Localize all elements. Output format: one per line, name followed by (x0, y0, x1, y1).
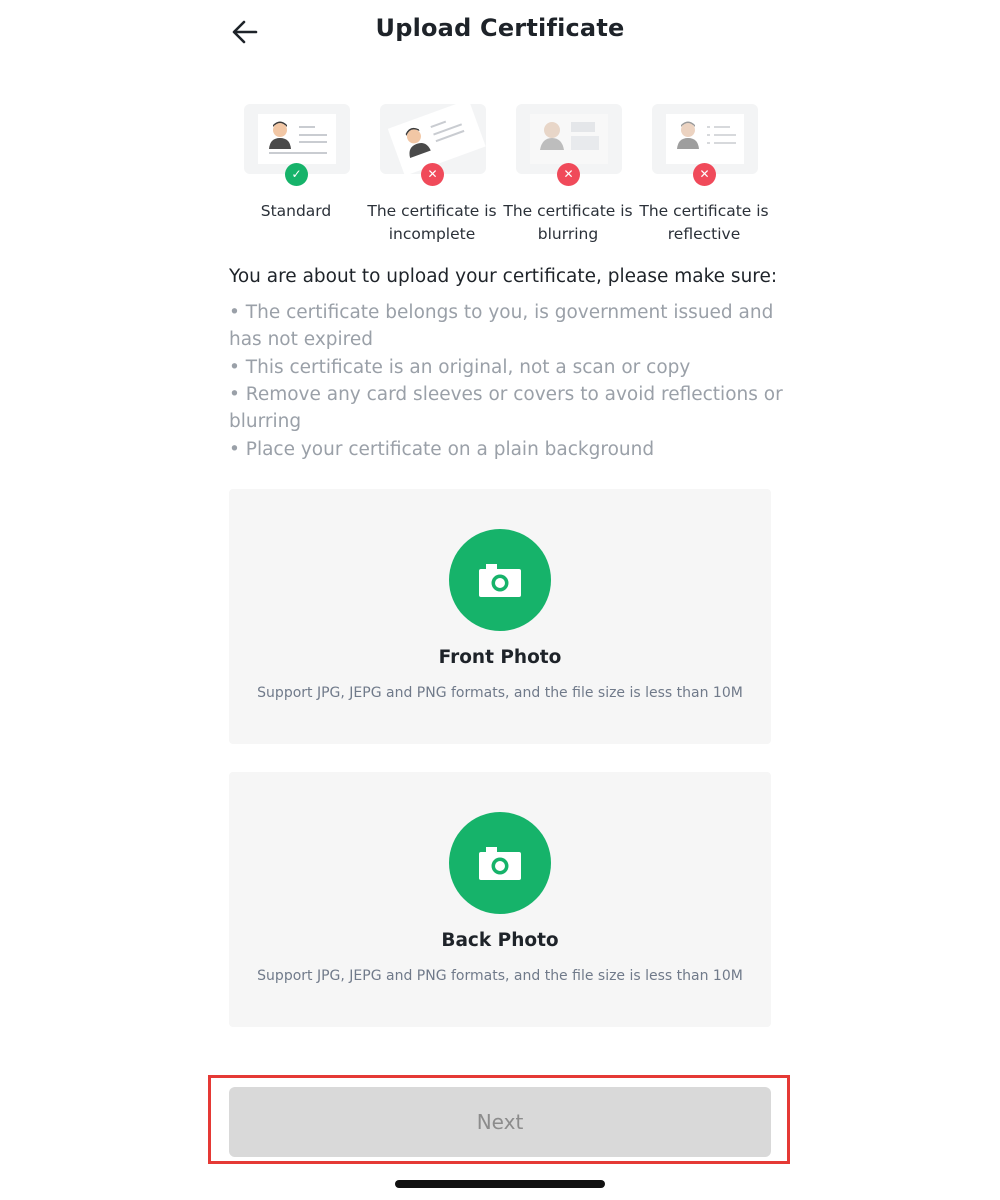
front-photo-description: Support JPG, JEPG and PNG formats, and t… (257, 685, 743, 701)
guideline-item: • This certificate is an original, not a… (229, 356, 691, 378)
close-icon: ✕ (693, 163, 716, 186)
home-indicator (395, 1180, 605, 1188)
example-label: Standard (260, 202, 332, 220)
front-photo-title: Front Photo (438, 647, 562, 668)
camera-icon (479, 564, 521, 597)
front-photo-camera-button[interactable] (449, 529, 551, 631)
front-photo-upload[interactable]: Front Photo Support JPG, JEPG and PNG fo… (229, 489, 771, 744)
next-button[interactable]: Next (229, 1087, 771, 1157)
back-photo-title: Back Photo (441, 930, 559, 951)
camera-icon (479, 847, 521, 880)
example-label: The certificate is incomplete (367, 202, 497, 243)
guidelines-list: • The certificate belongs to you, is gov… (229, 299, 789, 463)
back-photo-upload[interactable]: Back Photo Support JPG, JEPG and PNG for… (229, 772, 771, 1027)
example-label: The certificate is blurring (503, 202, 633, 243)
guideline-item: • Place your certificate on a plain back… (229, 438, 655, 460)
guideline-item: • Remove any card sleeves or covers to a… (229, 384, 783, 432)
close-icon: ✕ (421, 163, 444, 186)
close-icon: ✕ (557, 163, 580, 186)
guidelines-intro: You are about to upload your certificate… (229, 266, 778, 287)
back-photo-camera-button[interactable] (449, 812, 551, 914)
page-title: Upload Certificate (375, 14, 625, 42)
check-icon: ✓ (285, 163, 308, 186)
example-label: The certificate is reflective (639, 202, 769, 243)
guideline-item: • The certificate belongs to you, is gov… (229, 302, 774, 350)
back-photo-description: Support JPG, JEPG and PNG formats, and t… (257, 968, 743, 984)
